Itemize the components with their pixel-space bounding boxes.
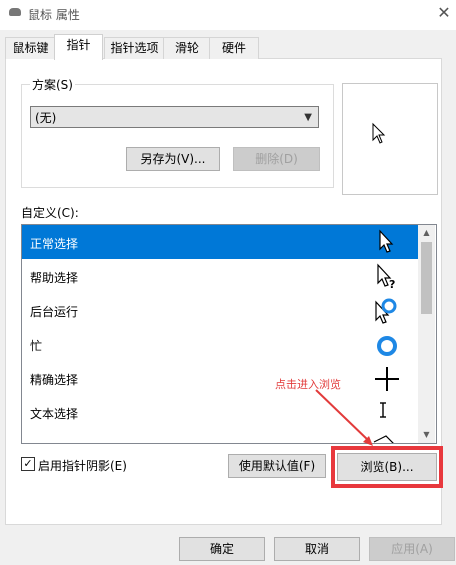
annotation-highlight-box <box>331 446 443 488</box>
window-title: 鼠标 属性 <box>28 8 80 22</box>
shadow-checkbox[interactable]: ✓ <box>21 457 35 471</box>
arrow-cursor-preview-icon <box>372 122 386 144</box>
list-item[interactable]: 忙 <box>22 327 418 361</box>
tab-wheel[interactable]: 滑轮 <box>163 37 211 59</box>
scheme-selected-value: (无) <box>35 111 57 125</box>
scheme-dropdown[interactable]: (无) ▼ <box>30 106 319 128</box>
list-item-label: 精确选择 <box>30 373 79 387</box>
custom-label: 自定义(C): <box>21 206 79 220</box>
ok-button[interactable]: 确定 <box>179 537 265 561</box>
tab-hardware[interactable]: 硬件 <box>209 37 259 59</box>
help-cursor-icon: ? <box>377 263 395 290</box>
cancel-button[interactable]: 取消 <box>274 537 360 561</box>
scrollbar-thumb[interactable] <box>421 242 432 314</box>
scheme-legend: 方案(S) <box>30 76 75 93</box>
tab-buttons[interactable]: 鼠标键 <box>5 37 56 59</box>
busy-cursor-icon <box>377 336 397 356</box>
close-icon[interactable]: ✕ <box>433 2 455 24</box>
scroll-down-icon[interactable]: ▼ <box>418 427 435 443</box>
svg-text:?: ? <box>389 278 395 290</box>
mouse-icon <box>9 8 21 16</box>
save-as-button[interactable]: 另存为(V)... <box>126 147 220 171</box>
list-item[interactable]: 后台运行 <box>22 293 418 327</box>
chevron-down-icon: ▼ <box>304 112 312 123</box>
list-scrollbar[interactable]: ▲ ▼ <box>418 225 435 443</box>
list-item-label: 正常选择 <box>30 237 79 251</box>
apply-button[interactable]: 应用(A) <box>369 537 455 561</box>
shadow-label: 启用指针阴影(E) <box>38 459 127 473</box>
tab-pointers[interactable]: 指针 <box>54 34 103 60</box>
list-item-label: 忙 <box>30 339 43 353</box>
list-item-label: 帮助选择 <box>30 271 79 285</box>
arrow-cursor-icon <box>379 229 394 253</box>
working-in-background-cursor-icon <box>375 298 397 324</box>
annotation-arrow-icon <box>315 389 373 446</box>
scheme-group <box>21 84 334 188</box>
list-item[interactable]: 帮助选择 ? <box>22 259 418 293</box>
use-default-button[interactable]: 使用默认值(F) <box>228 454 326 478</box>
list-item-label: 后台运行 <box>30 305 79 319</box>
cursor-preview <box>342 83 438 195</box>
delete-button[interactable]: 删除(D) <box>233 147 320 171</box>
tab-pointer-options[interactable]: 指针选项 <box>104 37 165 59</box>
list-item-label: 文本选择 <box>30 407 79 421</box>
list-item[interactable]: 正常选择 <box>22 225 418 259</box>
scroll-up-icon[interactable]: ▲ <box>418 225 435 241</box>
